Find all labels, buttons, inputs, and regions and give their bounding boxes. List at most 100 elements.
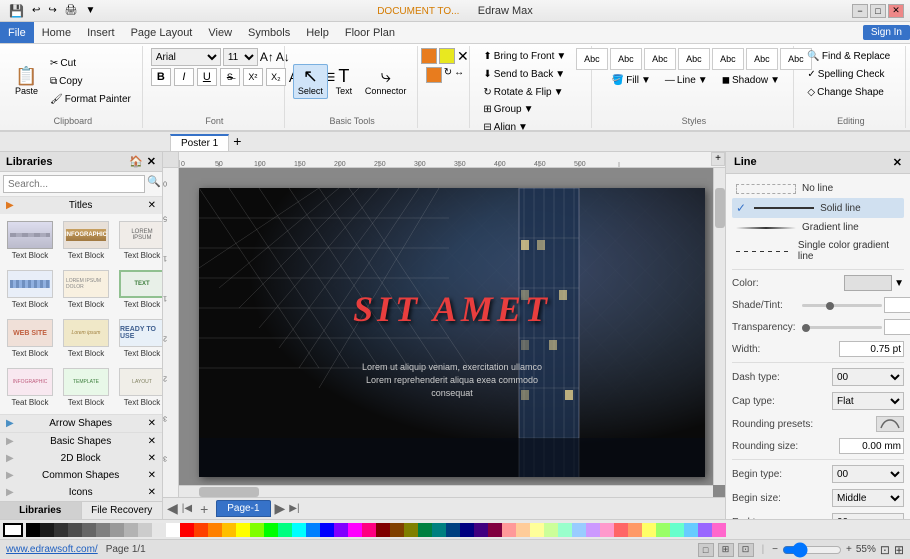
palette-color-swatch[interactable] (54, 523, 68, 537)
fill-dropdown[interactable]: ▼ (641, 75, 651, 86)
menu-symbols[interactable]: Symbols (240, 22, 298, 43)
scrollbar-thumb-v[interactable] (715, 188, 725, 228)
menu-file[interactable]: File (0, 22, 34, 43)
group-button[interactable]: ⊞ Group ▼ (478, 101, 538, 118)
shadow-dropdown[interactable]: ▼ (770, 75, 780, 86)
style-cell-5[interactable]: Abc (746, 48, 778, 70)
maximize-button[interactable]: □ (870, 4, 886, 18)
new-tab-button[interactable]: + (231, 131, 243, 151)
page-last-icon[interactable]: ▶| (289, 503, 299, 514)
strikethrough-button[interactable]: S̶ (220, 68, 240, 86)
connector-button[interactable]: ⤷ Connector (360, 64, 412, 99)
palette-color-swatch[interactable] (362, 523, 376, 537)
line-dropdown[interactable]: ▼ (698, 75, 708, 86)
line-style-button[interactable]: — Line ▼ (660, 72, 713, 89)
page-first-icon[interactable]: |◀ (182, 503, 192, 514)
shade-tint-input[interactable] (884, 297, 910, 313)
scrollbar-thumb-h[interactable] (199, 487, 259, 497)
palette-color-swatch[interactable] (250, 523, 264, 537)
palette-color-swatch[interactable] (670, 523, 684, 537)
list-item[interactable]: Lorem ipsum Text Block (60, 316, 112, 361)
list-item[interactable]: Text Block (4, 267, 56, 312)
palette-color-swatch[interactable] (96, 523, 110, 537)
qat-dropdown[interactable]: ▼ (82, 4, 98, 17)
default-color-button[interactable] (3, 523, 23, 537)
palette-color-swatch[interactable] (474, 523, 488, 537)
page-prev-icon[interactable]: ◀ (167, 500, 178, 517)
list-item[interactable]: Text Block (4, 218, 56, 263)
begin-size-select[interactable]: Middle (832, 489, 904, 507)
palette-color-swatch[interactable] (278, 523, 292, 537)
page-next-icon[interactable]: ▶ (275, 500, 286, 517)
palette-color-swatch[interactable] (656, 523, 670, 537)
group-dropdown[interactable]: ▼ (524, 104, 534, 115)
underline-button[interactable]: U (197, 68, 217, 86)
lib-2d-block-header[interactable]: ▶ 2D Block ✕ (0, 450, 162, 467)
select-button[interactable]: ↖ Select (293, 64, 328, 99)
qat-save[interactable]: 💾 (6, 3, 27, 19)
style-cell-4[interactable]: Abc (712, 48, 744, 70)
menu-page-layout[interactable]: Page Layout (123, 22, 201, 43)
canvas[interactable]: SIT AMET Lorem ut aliquip veniam, exerci… (179, 168, 725, 497)
palette-color-swatch[interactable] (320, 523, 334, 537)
lib-section-arrow-header[interactable]: ▶ Arrow Shapes ✕ (0, 415, 162, 432)
lib-section-titles-header[interactable]: ▶ Titles ✕ (0, 197, 162, 214)
zoom-out-icon[interactable]: − (772, 544, 778, 555)
rounding-presets-btn[interactable] (876, 416, 904, 432)
palette-color-swatch[interactable] (614, 523, 628, 537)
doc-tab-poster[interactable]: Poster 1 (170, 134, 229, 151)
italic-button[interactable]: I (174, 68, 194, 86)
send-to-back-button[interactable]: ⬇ Send to Back ▼ (478, 66, 570, 83)
palette-color-swatch[interactable] (26, 523, 40, 537)
list-item[interactable]: LAYOUT Text Block (116, 365, 162, 410)
no-line-option[interactable]: No line (732, 180, 904, 197)
shape-delete-icon[interactable]: ✕ (457, 48, 469, 65)
palette-color-swatch[interactable] (68, 523, 82, 537)
rounding-size-input[interactable] (839, 438, 904, 454)
palette-color-swatch[interactable] (586, 523, 600, 537)
shade-tint-thumb[interactable] (826, 302, 834, 310)
fullscreen-icon[interactable]: ⊞ (894, 543, 904, 557)
list-item[interactable]: TEMPLATE Text Block (60, 365, 112, 410)
single-color-gradient-option[interactable]: Single color gradient line (732, 237, 904, 265)
copy-button[interactable]: ⧉ Copy (45, 73, 136, 90)
palette-color-swatch[interactable] (390, 523, 404, 537)
qat-undo[interactable]: ↩ (29, 4, 43, 17)
palette-color-swatch[interactable] (166, 523, 180, 537)
list-item[interactable]: TEXT Text Block (116, 267, 162, 312)
titles-close-icon[interactable]: ✕ (148, 200, 156, 211)
rotate-flip-button[interactable]: ↻ Rotate & Flip ▼ (478, 84, 568, 101)
palette-color-swatch[interactable] (152, 523, 166, 537)
basic-shapes-close-icon[interactable]: ✕ (148, 436, 156, 447)
align-button[interactable]: ⊟ Align ▼ (478, 119, 533, 132)
superscript-button[interactable]: X² (243, 68, 263, 86)
lib-common-shapes-header[interactable]: ▶ Common Shapes ✕ (0, 467, 162, 484)
ruler-corner-icon[interactable]: + (711, 152, 725, 166)
palette-color-swatch[interactable] (236, 523, 250, 537)
close-libraries-icon[interactable]: ✕ (147, 155, 156, 168)
palette-color-swatch[interactable] (208, 523, 222, 537)
cut-button[interactable]: ✂ Cut (45, 55, 136, 72)
menu-insert[interactable]: Insert (79, 22, 123, 43)
shape-flip-icon[interactable]: ↔ (454, 67, 464, 83)
zoom-slider[interactable] (782, 546, 842, 554)
menu-home[interactable]: Home (34, 22, 79, 43)
palette-color-swatch[interactable] (460, 523, 474, 537)
color-swatch[interactable] (844, 275, 892, 291)
arrow-shapes-close-icon[interactable]: ✕ (148, 418, 156, 429)
page-add-icon[interactable]: + (196, 501, 212, 517)
palette-color-swatch[interactable] (418, 523, 432, 537)
palette-color-swatch[interactable] (110, 523, 124, 537)
shade-tint-slider[interactable] (802, 304, 882, 307)
scrollbar-horizontal[interactable] (179, 485, 713, 497)
palette-color-swatch[interactable] (600, 523, 614, 537)
fit-page-icon[interactable]: ⊡ (880, 543, 890, 557)
common-shapes-close-icon[interactable]: ✕ (148, 470, 156, 481)
bold-button[interactable]: B (151, 68, 171, 86)
palette-color-swatch[interactable] (572, 523, 586, 537)
file-recovery-footer-btn[interactable]: File Recovery (82, 502, 163, 519)
style-cell-3[interactable]: Abc (678, 48, 710, 70)
palette-color-swatch[interactable] (558, 523, 572, 537)
menu-floor-plan[interactable]: Floor Plan (337, 22, 403, 43)
send-back-dropdown[interactable]: ▼ (555, 69, 565, 80)
